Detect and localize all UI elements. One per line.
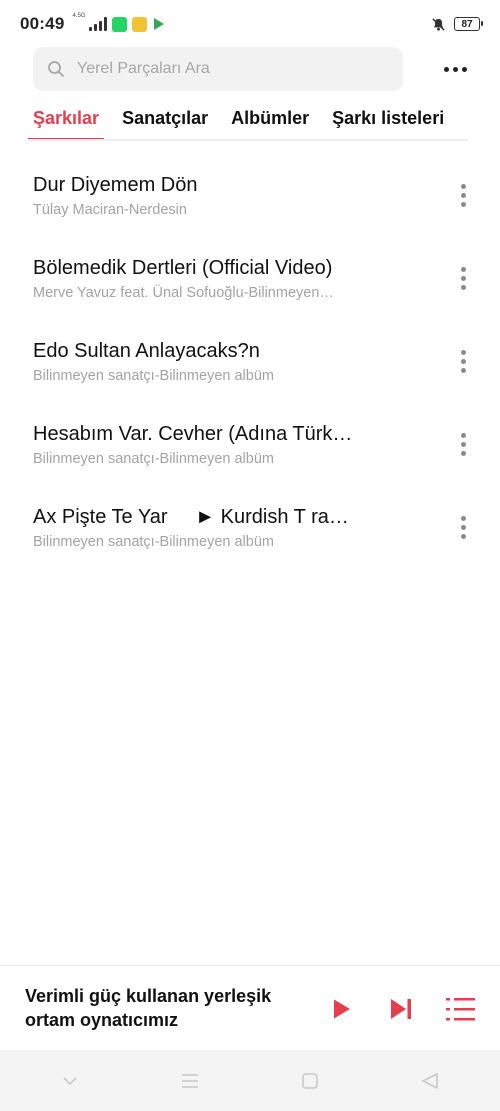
song-subtitle: Bilinmeyen sanatçı-Bilinmeyen albüm [33,534,274,550]
play-icon[interactable] [326,994,356,1024]
battery-icon: 87 [454,17,483,31]
tab-songs[interactable]: Şarkılar [28,105,105,141]
song-item[interactable]: Bölemedik Dertleri (Official Video) Merv… [0,241,500,324]
song-subtitle: Bilinmeyen sanatçı-Bilinmeyen albüm [33,451,274,467]
search-row [33,47,473,91]
song-title: Hesabım Var. Cevher (Adına Türk… [33,423,353,445]
song-title: Bölemedik Dertleri (Official Video) [33,257,333,279]
tab-albums[interactable]: Albümler [226,105,314,141]
mini-player[interactable]: Verimli güç kullanan yerleşik ortam oyna… [0,965,500,1050]
vertical-dots-icon[interactable] [459,348,468,375]
vertical-dots-icon[interactable] [459,514,468,541]
talking-tom-icon [131,16,147,32]
skip-next-icon[interactable] [386,994,416,1024]
recent-apps-icon[interactable] [170,1061,210,1101]
whatsapp-icon [111,16,127,32]
player-controls [326,994,476,1024]
song-item[interactable]: Hesabım Var. Cevher (Adına Türk… Bilinme… [0,407,500,490]
status-right-icons: 87 [431,17,483,32]
search-box[interactable] [33,47,403,91]
song-title: Dur Diyemem Dön [33,174,198,196]
home-icon[interactable] [290,1061,330,1101]
chevron-down-icon[interactable] [50,1061,90,1101]
bell-off-icon [432,17,445,31]
tab-bar: Şarkılar Sanatçılar Albümler Şarkı liste… [28,105,468,143]
play-store-icon [153,18,164,30]
search-icon [48,61,64,77]
song-list: Dur Diyemem Dön Tülay Maciran-Nerdesin B… [0,158,500,573]
song-title: Ax Pişte Te Yar ► Kurdish T ra… [33,506,349,528]
tab-artists[interactable]: Sanatçılar [117,105,213,141]
song-item[interactable]: Ax Pişte Te Yar ► Kurdish T ra… Bilinmey… [0,490,500,573]
queue-list-icon[interactable] [446,994,476,1024]
status-bar: 00:49 4.5G 87 [0,0,500,48]
status-time: 00:49 [20,14,65,33]
network-type-label: 4.5G [72,13,86,19]
song-subtitle: Tülay Maciran-Nerdesin [33,202,187,218]
song-subtitle: Merve Yavuz feat. Ünal Sofuoğlu-Bilinmey… [33,285,334,301]
song-item[interactable]: Edo Sultan Anlayacaks?n Bilinmeyen sanat… [0,324,500,407]
more-icon[interactable] [438,61,473,78]
song-item[interactable]: Dur Diyemem Dön Tülay Maciran-Nerdesin [0,158,500,241]
battery-level: 87 [461,18,473,30]
player-track-text: Verimli güç kullanan yerleşik ortam oyna… [25,986,272,1030]
vertical-dots-icon[interactable] [459,182,468,209]
back-icon[interactable] [410,1061,450,1101]
status-left-icons: 4.5G [72,13,164,32]
tabs-divider [28,139,468,141]
vertical-dots-icon[interactable] [459,431,468,458]
song-subtitle: Bilinmeyen sanatçı-Bilinmeyen albüm [33,368,274,384]
signal-icon [88,17,107,31]
tab-playlists[interactable]: Şarkı listeleri [327,105,449,141]
search-input[interactable] [77,60,377,78]
song-title: Edo Sultan Anlayacaks?n [33,340,260,362]
vertical-dots-icon[interactable] [459,265,468,292]
system-nav-bar [0,1050,500,1111]
